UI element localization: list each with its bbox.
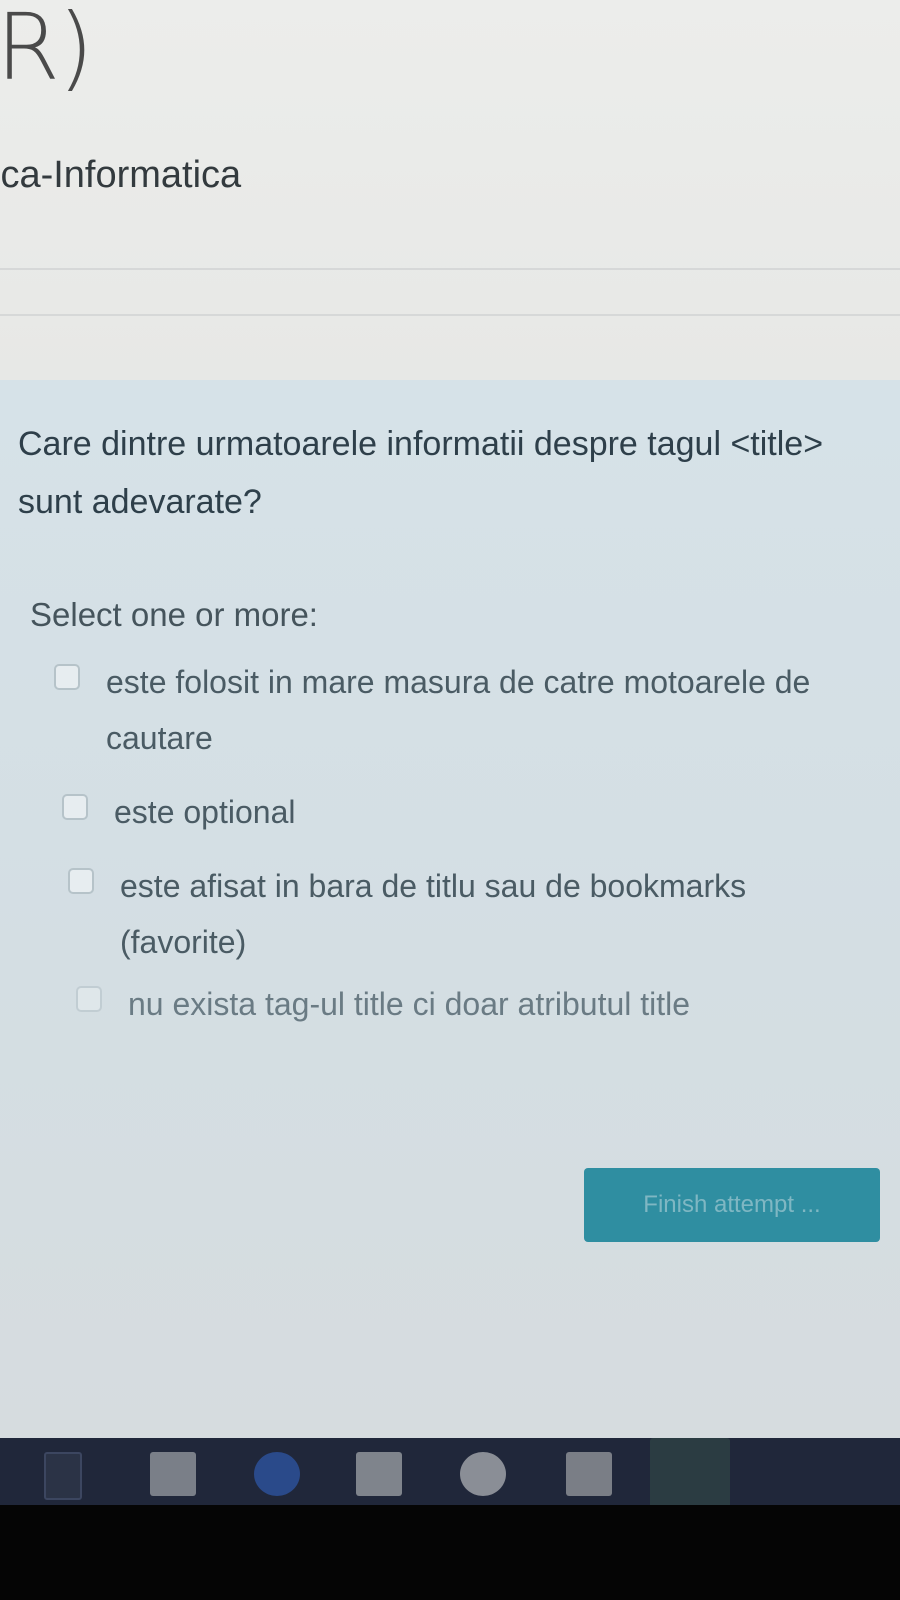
windows-store-icon[interactable] [566, 1452, 612, 1496]
app-icon[interactable] [460, 1452, 506, 1496]
option-checkbox[interactable] [68, 868, 94, 894]
browser-screen: R) ica-Informatica Care dintre urmatoare… [0, 0, 900, 1505]
edge-icon[interactable] [254, 1452, 300, 1496]
windows-taskbar [0, 1438, 900, 1505]
store-icon[interactable] [150, 1452, 196, 1496]
page-header: R) ica-Informatica [0, 0, 900, 380]
answer-option[interactable]: este optional [62, 784, 862, 840]
task-view-icon[interactable] [44, 1452, 82, 1500]
file-explorer-icon[interactable] [356, 1452, 402, 1496]
active-app-icon[interactable] [650, 1438, 730, 1505]
answer-option[interactable]: este folosit in mare masura de catre mot… [54, 654, 874, 766]
answer-option[interactable]: este afisat in bara de titlu sau de book… [68, 858, 828, 970]
monitor-bezel [0, 1505, 900, 1600]
option-checkbox[interactable] [62, 794, 88, 820]
option-label[interactable]: este optional [114, 784, 295, 840]
answer-option[interactable]: nu exista tag-ul title ci doar atributul… [76, 976, 876, 1032]
divider [0, 314, 900, 316]
select-prompt: Select one or more: [30, 596, 318, 633]
option-label[interactable]: nu exista tag-ul title ci doar atributul… [128, 976, 690, 1032]
course-title-fragment: R) [0, 0, 94, 101]
finish-attempt-button[interactable]: Finish attempt ... [584, 1168, 880, 1242]
course-name[interactable]: ica-Informatica [0, 154, 241, 197]
divider [0, 268, 900, 270]
option-label[interactable]: este afisat in bara de titlu sau de book… [120, 858, 828, 970]
option-checkbox[interactable] [54, 664, 80, 690]
option-checkbox[interactable] [76, 986, 102, 1012]
option-label[interactable]: este folosit in mare masura de catre mot… [106, 654, 874, 766]
question-text: Care dintre urmatoarele informatii despr… [18, 425, 824, 521]
